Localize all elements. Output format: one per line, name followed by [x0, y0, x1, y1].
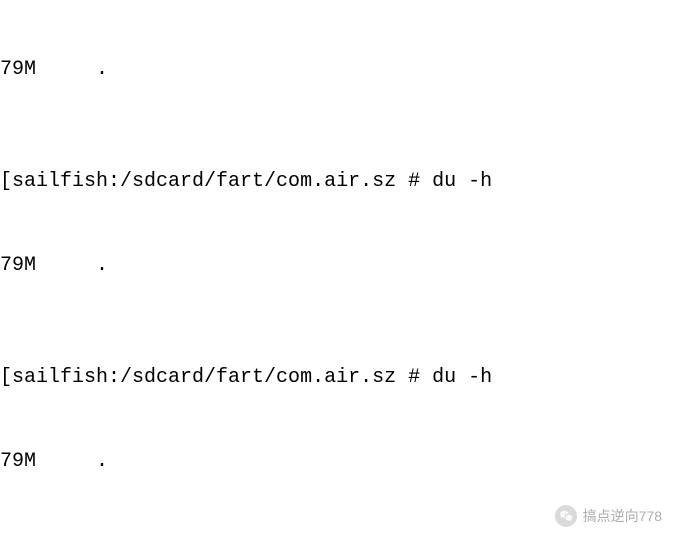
command-text: du -h: [432, 366, 492, 389]
command-text: du -h: [432, 170, 492, 193]
prompt-bracket: [: [0, 170, 12, 193]
du-gap: [36, 254, 96, 277]
du-dot: .: [96, 254, 108, 277]
du-size: 79M: [0, 58, 36, 81]
terminal-output: 79M . [sailfish:/sdcard/fart/com.air.sz …: [0, 0, 680, 554]
prompt-line: [sailfish:/sdcard/fart/com.air.sz # du -…: [0, 168, 680, 196]
du-size: 79M: [0, 450, 36, 473]
output-line: 79M .: [0, 448, 680, 476]
prompt-bracket: [: [0, 366, 12, 389]
prompt-line: [sailfish:/sdcard/fart/com.air.sz # du -…: [0, 364, 680, 392]
du-size: 79M: [0, 254, 36, 277]
output-line: 79M .: [0, 252, 680, 280]
output-line: 79M .: [0, 56, 680, 84]
du-dot: .: [96, 58, 108, 81]
du-gap: [36, 450, 96, 473]
shell-prompt: sailfish:/sdcard/fart/com.air.sz #: [12, 366, 432, 389]
du-gap: [36, 58, 96, 81]
shell-prompt: sailfish:/sdcard/fart/com.air.sz #: [12, 170, 432, 193]
du-dot: .: [96, 450, 108, 473]
